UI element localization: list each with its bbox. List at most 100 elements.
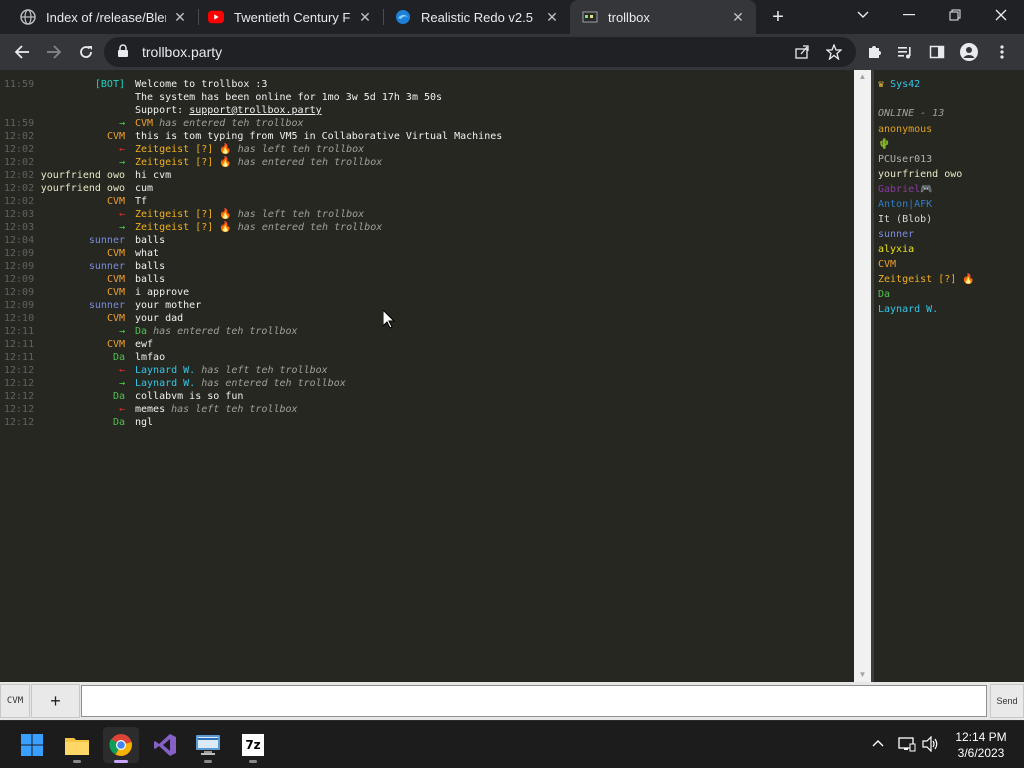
message-nick[interactable]: Da: [40, 416, 125, 429]
message-nick[interactable]: CVM: [40, 247, 125, 260]
address-bar[interactable]: trollbox.party: [104, 37, 856, 67]
tab-search-button[interactable]: [840, 0, 886, 30]
profile-button[interactable]: [955, 38, 983, 66]
online-user[interactable]: Zeitgeist [?] 🔥: [878, 272, 975, 287]
tab-twentieth-century-fox[interactable]: Twentieth Century Fox ✕: [196, 0, 383, 34]
chat-message-row: 12:09 sunner your mother: [0, 299, 854, 312]
online-user[interactable]: alyxia: [878, 242, 914, 257]
event-nick[interactable]: Zeitgeist [?] 🔥: [135, 144, 232, 155]
event-nick[interactable]: Zeitgeist [?] 🔥: [135, 222, 232, 233]
menu-button[interactable]: [988, 38, 1016, 66]
online-user[interactable]: yourfriend owo: [878, 167, 962, 182]
event-nick[interactable]: Zeitgeist [?] 🔥: [135, 209, 232, 220]
plus-button[interactable]: +: [31, 684, 80, 718]
chrome-icon: [109, 734, 132, 756]
message-text: i approve: [135, 287, 190, 298]
close-tab-icon[interactable]: ✕: [357, 9, 373, 25]
send-button[interactable]: Send: [990, 684, 1024, 718]
message-nick[interactable]: Da: [40, 390, 125, 403]
lock-icon[interactable]: [117, 44, 129, 58]
event-text: has left teh trollbox: [165, 404, 298, 415]
side-panel-button[interactable]: [923, 38, 951, 66]
message-nick[interactable]: CVM: [40, 338, 125, 351]
taskbar-clock[interactable]: 12:14 PM 3/6/2023: [946, 729, 1016, 761]
event-nick[interactable]: Laynard W.: [135, 365, 195, 376]
back-button[interactable]: [8, 38, 36, 66]
support-email-link[interactable]: support@trollbox.party: [189, 105, 321, 116]
restore-button[interactable]: [932, 0, 978, 30]
event-nick[interactable]: CVM: [135, 118, 153, 129]
message-nick[interactable]: sunner: [40, 260, 125, 273]
message-timestamp: 12:11: [4, 352, 35, 363]
volume-icon[interactable]: [922, 736, 940, 752]
online-user[interactable]: Anton|AFK: [878, 197, 932, 212]
message-nick[interactable]: CVM: [40, 195, 125, 208]
message-nick[interactable]: CVM: [40, 130, 125, 143]
event-nick[interactable]: Laynard W.: [135, 378, 195, 389]
url-text[interactable]: trollbox.party: [142, 44, 222, 60]
network-icon[interactable]: [898, 736, 916, 752]
message-nick[interactable]: CVM: [40, 312, 125, 325]
online-user[interactable]: CVM: [878, 257, 896, 272]
visual-studio-icon: [154, 734, 176, 756]
message-nick[interactable]: [BOT]: [40, 78, 125, 91]
media-button[interactable]: [891, 38, 919, 66]
message-nick[interactable]: Da: [40, 351, 125, 364]
message-nick[interactable]: CVM: [40, 273, 125, 286]
reload-button[interactable]: [72, 38, 100, 66]
nickname-button[interactable]: CVM: [0, 684, 30, 718]
taskbar-file-explorer[interactable]: [59, 727, 95, 763]
tab-trollbox[interactable]: trollbox ✕: [570, 0, 756, 34]
message-timestamp: 12:09: [4, 274, 35, 285]
event-nick[interactable]: Da: [135, 326, 147, 337]
star-icon[interactable]: [826, 44, 842, 60]
online-user[interactable]: Laynard W.: [878, 302, 938, 317]
close-tab-icon[interactable]: ✕: [172, 9, 188, 25]
scroll-down-arrow-icon[interactable]: ▼: [854, 668, 871, 682]
message-nick[interactable]: sunner: [40, 299, 125, 312]
share-icon[interactable]: [794, 44, 810, 60]
close-window-button[interactable]: [978, 0, 1024, 30]
message-input[interactable]: [81, 685, 987, 717]
taskbar-chrome[interactable]: [103, 727, 139, 763]
taskbar-remote-desktop[interactable]: [190, 727, 226, 763]
extensions-button[interactable]: [860, 38, 888, 66]
chat-message-row: Support: support@trollbox.party: [0, 104, 854, 117]
event-nick[interactable]: memes: [135, 404, 165, 415]
start-button[interactable]: [14, 727, 50, 763]
tab-title: Index of /release/Blende: [46, 9, 166, 25]
taskbar-7zip[interactable]: 7z: [235, 727, 271, 763]
close-tab-icon[interactable]: ✕: [730, 9, 746, 25]
forward-button[interactable]: [40, 38, 68, 66]
close-tab-icon[interactable]: ✕: [544, 9, 560, 25]
message-nick[interactable]: sunner: [40, 234, 125, 247]
self-user[interactable]: ♛ Sys42: [878, 77, 920, 92]
tab-realistic-redo[interactable]: Realistic Redo v2.5 ✕: [383, 0, 570, 34]
online-user[interactable]: sunner: [878, 227, 914, 242]
online-user[interactable]: It (Blob): [878, 212, 932, 227]
message-nick[interactable]: yourfriend owo: [40, 169, 125, 182]
message-text: your dad: [135, 313, 184, 324]
message-nick[interactable]: yourfriend owo: [40, 182, 125, 195]
chat-message-row: 12:12 Da ngl: [0, 416, 854, 429]
minimize-button[interactable]: [886, 0, 932, 30]
message-timestamp: 12:12: [4, 391, 35, 402]
online-user[interactable]: PCUser013: [878, 152, 932, 167]
tab-blender-index[interactable]: Index of /release/Blende ✕: [8, 0, 198, 34]
new-tab-button[interactable]: +: [766, 5, 790, 29]
scroll-up-arrow-icon[interactable]: ▲: [854, 70, 871, 84]
event-text: has entered teh trollbox: [147, 326, 298, 337]
chat-event-row: 11:59 → CVM has entered teh trollbox: [0, 117, 854, 130]
taskbar-visual-studio[interactable]: [147, 727, 183, 763]
chat-scrollbar[interactable]: ▲ ▼: [854, 70, 871, 682]
online-user[interactable]: 🌵: [878, 137, 890, 152]
online-user[interactable]: Da: [878, 287, 890, 302]
tab-strip: Index of /release/Blende ✕ Twentieth Cen…: [0, 0, 1024, 34]
online-user[interactable]: anonymous: [878, 122, 932, 137]
message-nick[interactable]: CVM: [40, 286, 125, 299]
event-nick[interactable]: Zeitgeist [?] 🔥: [135, 157, 232, 168]
online-user[interactable]: Gabriel🎮: [878, 182, 933, 197]
message-text: Tf: [135, 196, 148, 207]
message-text: ewf: [135, 339, 154, 350]
chevron-up-icon[interactable]: [872, 739, 884, 747]
